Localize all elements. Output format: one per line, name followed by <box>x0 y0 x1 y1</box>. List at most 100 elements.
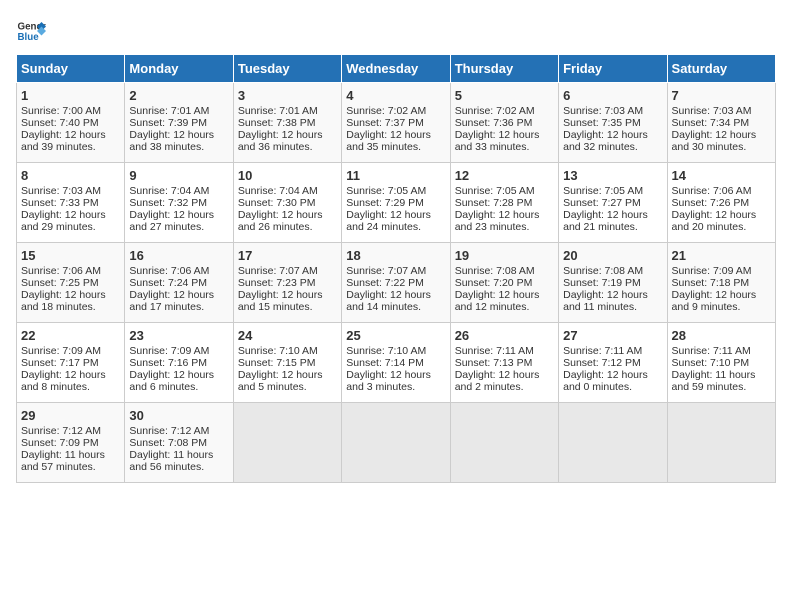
sunset-text: Sunset: 7:09 PM <box>21 437 99 449</box>
daylight-text: Daylight: 11 hours and 56 minutes. <box>129 449 213 473</box>
calendar-cell: 30Sunrise: 7:12 AMSunset: 7:08 PMDayligh… <box>125 403 233 483</box>
week-row-5: 29 Sunrise: 7:12 AMSunset: 7:09 PM Dayligh… <box>17 403 776 483</box>
day-header-sunday: Sunday <box>17 55 125 83</box>
day-header-tuesday: Tuesday <box>233 55 341 83</box>
daylight-text: Daylight: 12 hours and 32 minutes. <box>563 129 648 153</box>
daylight-text: Daylight: 12 hours and 15 minutes. <box>238 289 323 313</box>
calendar-cell: 17Sunrise: 7:07 AMSunset: 7:23 PMDayligh… <box>233 243 341 323</box>
calendar-cell <box>559 403 667 483</box>
calendar-cell: 11Sunrise: 7:05 AMSunset: 7:29 PMDayligh… <box>342 163 450 243</box>
week-row-3: 15Sunrise: 7:06 AMSunset: 7:25 PMDayligh… <box>17 243 776 323</box>
calendar-cell: 12Sunrise: 7:05 AMSunset: 7:28 PMDayligh… <box>450 163 558 243</box>
calendar-cell: 9Sunrise: 7:04 AMSunset: 7:32 PMDaylight… <box>125 163 233 243</box>
calendar-cell: 26Sunrise: 7:11 AMSunset: 7:13 PMDayligh… <box>450 323 558 403</box>
logo-icon: General Blue <box>16 16 46 46</box>
day-number: 28 <box>672 328 771 343</box>
sunrise-text: Sunrise: 7:06 AM <box>129 265 209 277</box>
daylight-text: Daylight: 12 hours and 30 minutes. <box>672 129 757 153</box>
calendar-cell: 29Sunrise: 7:12 AMSunset: 7:09 PMDayligh… <box>17 403 125 483</box>
sunrise-text: Sunrise: 7:04 AM <box>238 185 318 197</box>
day-number: 9 <box>129 168 228 183</box>
calendar-table: SundayMondayTuesdayWednesdayThursdayFrid… <box>16 54 776 483</box>
sunset-text: Sunset: 7:28 PM <box>455 197 533 209</box>
calendar-cell: 10Sunrise: 7:04 AMSunset: 7:30 PMDayligh… <box>233 163 341 243</box>
sunset-text: Sunset: 7:13 PM <box>455 357 533 369</box>
sunrise-text: Sunrise: 7:01 AM <box>238 105 318 117</box>
calendar-body: 1 Sunrise: 7:00 AMSunset: 7:40 PM Daylight… <box>17 83 776 483</box>
sunrise-text: Sunrise: 7:11 AM <box>563 345 642 357</box>
daylight-text: Daylight: 12 hours and 35 minutes. <box>346 129 431 153</box>
day-number: 27 <box>563 328 662 343</box>
day-number: 7 <box>672 88 771 103</box>
sunrise-text: Sunrise: 7:00 AM <box>21 105 101 117</box>
sunset-text: Sunset: 7:37 PM <box>346 117 424 129</box>
day-number: 24 <box>238 328 337 343</box>
sunset-text: Sunset: 7:18 PM <box>672 277 750 289</box>
sunrise-text: Sunrise: 7:06 AM <box>672 185 752 197</box>
day-number: 17 <box>238 248 337 263</box>
daylight-text: Daylight: 12 hours and 3 minutes. <box>346 369 431 393</box>
calendar-cell: 23Sunrise: 7:09 AMSunset: 7:16 PMDayligh… <box>125 323 233 403</box>
calendar-cell: 25Sunrise: 7:10 AMSunset: 7:14 PMDayligh… <box>342 323 450 403</box>
sunset-text: Sunset: 7:24 PM <box>129 277 207 289</box>
day-number: 23 <box>129 328 228 343</box>
daylight-text: Daylight: 11 hours and 59 minutes. <box>672 369 756 393</box>
sunset-text: Sunset: 7:08 PM <box>129 437 207 449</box>
day-header-saturday: Saturday <box>667 55 775 83</box>
sunset-text: Sunset: 7:33 PM <box>21 197 99 209</box>
day-header-monday: Monday <box>125 55 233 83</box>
sunrise-text: Sunrise: 7:06 AM <box>21 265 101 277</box>
sunrise-text: Sunrise: 7:10 AM <box>238 345 318 357</box>
sunrise-text: Sunrise: 7:05 AM <box>346 185 426 197</box>
sunset-text: Sunset: 7:15 PM <box>238 357 316 369</box>
calendar-cell <box>233 403 341 483</box>
day-header-friday: Friday <box>559 55 667 83</box>
day-number: 29 <box>21 408 120 423</box>
day-number: 15 <box>21 248 120 263</box>
sunset-text: Sunset: 7:22 PM <box>346 277 424 289</box>
calendar-cell: 28Sunrise: 7:11 AMSunset: 7:10 PMDayligh… <box>667 323 775 403</box>
sunset-text: Sunset: 7:30 PM <box>238 197 316 209</box>
calendar-cell: 24Sunrise: 7:10 AMSunset: 7:15 PMDayligh… <box>233 323 341 403</box>
daylight-text: Daylight: 12 hours and 12 minutes. <box>455 289 540 313</box>
sunrise-text: Sunrise: 7:09 AM <box>129 345 209 357</box>
daylight-text: Daylight: 12 hours and 20 minutes. <box>672 209 757 233</box>
daylight-text: Daylight: 12 hours and 36 minutes. <box>238 129 323 153</box>
day-number: 21 <box>672 248 771 263</box>
day-number: 3 <box>238 88 337 103</box>
calendar-cell: 13Sunrise: 7:05 AMSunset: 7:27 PMDayligh… <box>559 163 667 243</box>
calendar-cell: 2Sunrise: 7:01 AMSunset: 7:39 PMDaylight… <box>125 83 233 163</box>
sunset-text: Sunset: 7:39 PM <box>129 117 207 129</box>
sunrise-text: Sunrise: 7:03 AM <box>672 105 752 117</box>
sunrise-text: Sunrise: 7:01 AM <box>129 105 209 117</box>
sunrise-text: Sunrise: 7:12 AM <box>21 425 101 437</box>
day-header-thursday: Thursday <box>450 55 558 83</box>
daylight-text: Daylight: 12 hours and 38 minutes. <box>129 129 214 153</box>
daylight-text: Daylight: 12 hours and 6 minutes. <box>129 369 214 393</box>
day-number: 25 <box>346 328 445 343</box>
calendar-cell: 18Sunrise: 7:07 AMSunset: 7:22 PMDayligh… <box>342 243 450 323</box>
sunset-text: Sunset: 7:20 PM <box>455 277 533 289</box>
daylight-text: Daylight: 12 hours and 21 minutes. <box>563 209 648 233</box>
sunrise-text: Sunrise: 7:08 AM <box>455 265 535 277</box>
sunset-text: Sunset: 7:40 PM <box>21 117 99 129</box>
sunset-text: Sunset: 7:26 PM <box>672 197 750 209</box>
daylight-text: Daylight: 12 hours and 24 minutes. <box>346 209 431 233</box>
day-number: 14 <box>672 168 771 183</box>
calendar-cell: 16Sunrise: 7:06 AMSunset: 7:24 PMDayligh… <box>125 243 233 323</box>
sunrise-text: Sunrise: 7:04 AM <box>129 185 209 197</box>
sunset-text: Sunset: 7:36 PM <box>455 117 533 129</box>
calendar-cell: 7Sunrise: 7:03 AMSunset: 7:34 PMDaylight… <box>667 83 775 163</box>
sunset-text: Sunset: 7:19 PM <box>563 277 641 289</box>
calendar-cell: 5Sunrise: 7:02 AMSunset: 7:36 PMDaylight… <box>450 83 558 163</box>
sunrise-text: Sunrise: 7:05 AM <box>455 185 535 197</box>
week-row-1: 1 Sunrise: 7:00 AMSunset: 7:40 PM Daylight… <box>17 83 776 163</box>
sunrise-text: Sunrise: 7:09 AM <box>21 345 101 357</box>
sunrise-text: Sunrise: 7:09 AM <box>672 265 752 277</box>
day-number: 1 <box>21 88 120 103</box>
sunset-text: Sunset: 7:14 PM <box>346 357 424 369</box>
sunset-text: Sunset: 7:23 PM <box>238 277 316 289</box>
daylight-text: Daylight: 12 hours and 23 minutes. <box>455 209 540 233</box>
daylight-text: Daylight: 12 hours and 8 minutes. <box>21 369 106 393</box>
calendar-header-row: SundayMondayTuesdayWednesdayThursdayFrid… <box>17 55 776 83</box>
